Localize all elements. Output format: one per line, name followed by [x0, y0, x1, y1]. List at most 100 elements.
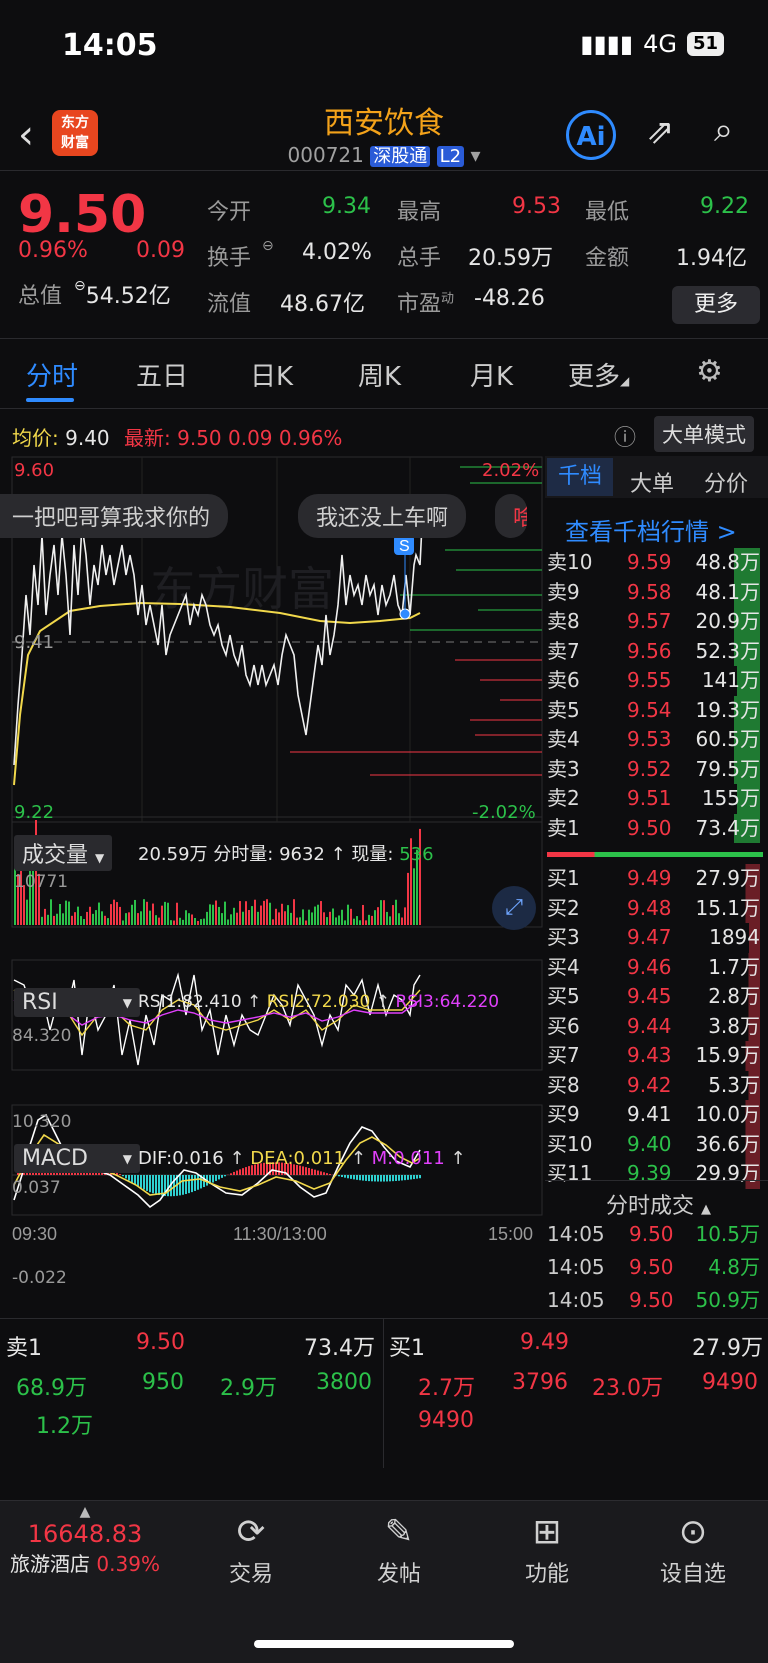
- bid-row[interactable]: 买5 9.45 2.8万: [545, 982, 768, 1012]
- nav-add-watchlist[interactable]: ⊙ 设自选: [638, 1512, 748, 1588]
- tab-monthly-k[interactable]: 月K: [470, 356, 513, 393]
- macd-bar: [125, 1175, 127, 1179]
- comment-bubble[interactable]: 一把吧哥算我求你的: [0, 494, 229, 538]
- bid-row[interactable]: 买8 9.42 5.3万: [545, 1070, 768, 1100]
- nav-trade[interactable]: ⟳ 交易: [196, 1512, 306, 1588]
- ask-row[interactable]: 卖5 9.54 19.3万: [545, 695, 768, 725]
- volume-bar: [62, 913, 64, 925]
- macd-indicator-selector[interactable]: MACD ▼: [14, 1144, 140, 1173]
- tab-daily-k[interactable]: 日K: [250, 356, 293, 393]
- ask-row[interactable]: 卖10 9.59 48.8万: [545, 548, 768, 578]
- volume-bar: [254, 899, 256, 925]
- macd-bar: [218, 1175, 220, 1180]
- bid-row[interactable]: 买11 9.39 29.9万: [545, 1159, 768, 1189]
- sell-order: 2.9万: [220, 1376, 277, 1401]
- ask-row[interactable]: 卖6 9.55 141万: [545, 666, 768, 696]
- more-dots-icon: ⊙: [678, 1512, 708, 1552]
- bid-row-volume: 1894: [709, 923, 760, 953]
- tab-underline: [26, 398, 74, 402]
- ask-row[interactable]: 卖3 9.52 79.5万: [545, 754, 768, 784]
- settings-gear-icon[interactable]: ⚙: [696, 354, 723, 389]
- status-time: 14:05: [62, 28, 158, 63]
- ask-row[interactable]: 卖2 9.51 155万: [545, 784, 768, 814]
- nav-post-label: 发帖: [376, 1562, 421, 1587]
- info-icon[interactable]: ⊖: [74, 278, 86, 294]
- volume-bar: [107, 918, 109, 925]
- current-price: 9.50: [18, 185, 147, 245]
- bid-row[interactable]: 买10 9.40 36.6万: [545, 1129, 768, 1159]
- tab-five-day[interactable]: 五日: [136, 356, 188, 393]
- info-bar: 均价: 9.40 最新: 9.50 0.09 0.96%: [12, 422, 342, 451]
- trade-vol: 4.8万: [708, 1255, 760, 1279]
- macd-bar: [191, 1175, 193, 1193]
- tab-price-distribution[interactable]: 分价: [704, 466, 748, 498]
- m-value: M:0.011: [371, 1148, 445, 1169]
- ask-row-label: 卖6: [547, 668, 580, 692]
- comment-bubble[interactable]: 啥: [495, 494, 527, 538]
- queue-sell-label: 卖1: [6, 1336, 42, 1361]
- ai-button[interactable]: Ai: [566, 110, 616, 160]
- ask-row[interactable]: 卖4 9.53 60.5万: [545, 725, 768, 755]
- volume-bar: [248, 910, 250, 925]
- bid-row-label: 买7: [547, 1043, 580, 1067]
- volume-bar: [293, 899, 295, 925]
- view-depth-link[interactable]: 查看千档行情 >: [565, 512, 737, 547]
- index-value: 16648.83: [27, 1520, 143, 1548]
- macd-bar: [221, 1175, 223, 1178]
- index-ticker[interactable]: ▲ 16648.83 旅游酒店 0.39%: [0, 1504, 170, 1577]
- ask-row-label: 卖4: [547, 727, 580, 751]
- sell-order: 68.9万: [16, 1376, 87, 1401]
- ask-row[interactable]: 卖9 9.58 48.1万: [545, 577, 768, 607]
- nav-functions[interactable]: ⊞ 功能: [492, 1512, 602, 1588]
- tab-weekly-k[interactable]: 周K: [358, 356, 401, 393]
- ask-row[interactable]: 卖8 9.57 20.9万: [545, 607, 768, 637]
- expand-icon[interactable]: ⤢: [492, 886, 536, 930]
- help-icon[interactable]: ⓘ: [614, 420, 636, 452]
- price-low-label: 9.22: [14, 802, 55, 823]
- more-button[interactable]: 更多: [672, 286, 760, 324]
- pe-label: 市盈动: [397, 286, 454, 318]
- bid-row-label: 买4: [547, 954, 580, 979]
- bid-row[interactable]: 买7 9.43 15.9万: [545, 1041, 768, 1071]
- tab-big-order[interactable]: 大单: [630, 466, 674, 498]
- bid-row[interactable]: 买9 9.41 10.0万: [545, 1100, 768, 1130]
- big-order-mode-button[interactable]: 大单模式: [654, 416, 754, 452]
- volume-bar: [344, 920, 346, 925]
- tab-intraday[interactable]: 分时: [26, 356, 78, 393]
- bid-row[interactable]: 买1 9.49 27.9万: [545, 864, 768, 894]
- macd-bar: [410, 1175, 412, 1180]
- volume-indicator-selector[interactable]: 成交量 ▼: [14, 835, 113, 871]
- bid-row[interactable]: 买4 9.46 1.7万: [545, 952, 768, 982]
- bid-row-volume: 5.3万: [708, 1070, 760, 1100]
- info-icon[interactable]: ⊖: [262, 238, 274, 254]
- tab-depth-1000[interactable]: 千档: [547, 458, 613, 496]
- rsi3-value: RSI3:64.220: [395, 992, 500, 1012]
- ask-row[interactable]: 卖7 9.56 52.3万: [545, 636, 768, 666]
- comment-bubble[interactable]: 我还没上车啊: [298, 494, 467, 538]
- volume-label: 总手: [397, 246, 442, 271]
- bid-row-volume: 36.6万: [695, 1129, 760, 1159]
- rsi-bottom-label: 10.320: [12, 1112, 72, 1132]
- trades-title[interactable]: 分时成交 ▲: [606, 1188, 711, 1220]
- yen-exchange-icon: ⟳: [236, 1512, 266, 1552]
- macd-bar: [239, 1169, 241, 1175]
- volume-max-label: 10771: [14, 872, 69, 892]
- rsi-indicator-selector[interactable]: RSI ▼: [14, 988, 140, 1017]
- macd-bar: [143, 1175, 145, 1190]
- buy-order: 9490: [702, 1370, 758, 1395]
- search-icon[interactable]: ⌕: [714, 110, 733, 150]
- bid-row[interactable]: 买6 9.44 3.8万: [545, 1011, 768, 1041]
- queue-buy-label: 买1: [389, 1336, 425, 1361]
- volume-bar: [242, 911, 244, 925]
- volume-bar: [50, 899, 52, 925]
- volume-bar: [245, 901, 247, 925]
- share-icon[interactable]: ⇗: [646, 112, 675, 152]
- bid-row[interactable]: 买3 9.47 1894: [545, 923, 768, 953]
- tab-more[interactable]: 更多◢: [568, 356, 629, 393]
- bid-row[interactable]: 买2 9.48 15.1万: [545, 893, 768, 923]
- chevron-down-icon: ▼: [95, 851, 105, 865]
- change-amount: 0.09: [136, 238, 185, 263]
- volume-bar: [173, 920, 175, 925]
- nav-post[interactable]: ✎ 发帖: [344, 1512, 454, 1588]
- ask-row[interactable]: 卖1 9.50 73.4万: [545, 813, 768, 843]
